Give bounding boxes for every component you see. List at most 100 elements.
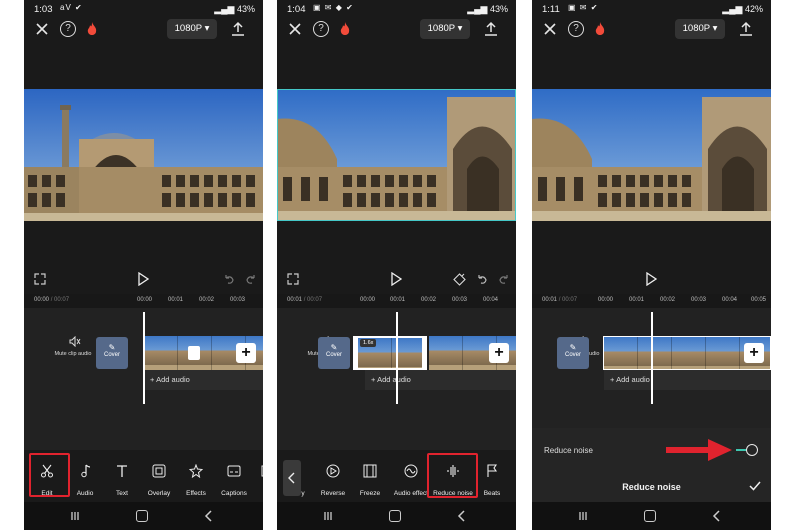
flame-icon[interactable] <box>84 21 100 37</box>
ruler-tick: 00:02 <box>199 297 215 303</box>
keyframe-icon[interactable] <box>453 273 466 286</box>
cover-button[interactable]: ✎ Cover <box>96 337 128 369</box>
playhead[interactable] <box>396 312 398 404</box>
back-icon[interactable] <box>457 510 467 522</box>
battery-level: ▂▄▆ 43% <box>467 4 508 14</box>
ruler-tick: 00:02 <box>421 297 437 303</box>
add-clip-button[interactable]: + <box>236 343 256 363</box>
status-bar: 1:04 ▣ ✉ ◆ ✔ ▂▄▆ 43% <box>277 0 516 18</box>
battery-level: ▂▄▆ 42% <box>722 4 763 14</box>
back-icon[interactable] <box>204 510 214 522</box>
tool-audio[interactable]: Audio <box>65 458 105 498</box>
help-icon[interactable]: ? <box>568 21 584 37</box>
tool-beats[interactable]: Beats <box>475 458 509 498</box>
status-time: 1:04 <box>287 4 306 15</box>
selected-clip[interactable]: 1.6x <box>353 336 427 370</box>
panel-title: Reduce noise <box>622 482 681 492</box>
ruler-tick: 00:04 <box>722 297 738 303</box>
add-clip-button[interactable]: + <box>489 343 509 363</box>
export-icon[interactable] <box>231 21 245 37</box>
help-icon[interactable]: ? <box>60 21 76 37</box>
system-nav-bar <box>24 502 263 530</box>
video-preview[interactable] <box>24 89 263 221</box>
back-icon[interactable] <box>712 510 722 522</box>
tool-freeze[interactable]: Freeze <box>350 458 390 498</box>
add-audio-button[interactable]: + Add audio <box>604 370 771 390</box>
home-icon[interactable] <box>136 510 148 522</box>
music-note-icon <box>81 464 91 478</box>
recents-icon[interactable] <box>323 511 333 521</box>
close-icon[interactable] <box>542 21 558 37</box>
tool-effects[interactable]: Effects <box>176 458 216 498</box>
tool-overlay[interactable]: Overlay <box>139 458 179 498</box>
video-preview[interactable] <box>532 89 771 221</box>
beats-icon <box>487 464 498 477</box>
transition-marker[interactable] <box>188 346 200 360</box>
playback-controls <box>532 270 771 288</box>
undo-icon[interactable] <box>223 273 235 285</box>
top-bar: ? 1080P ▾ <box>532 18 771 44</box>
home-icon[interactable] <box>389 510 401 522</box>
ruler-tick: 00:04 <box>483 297 499 303</box>
play-icon[interactable] <box>390 272 402 286</box>
resolution-dropdown[interactable]: 1080P ▾ <box>167 19 217 39</box>
tool-reverse[interactable]: Reverse <box>313 458 353 498</box>
home-icon[interactable] <box>644 510 656 522</box>
export-icon[interactable] <box>484 21 498 37</box>
play-icon[interactable] <box>137 272 149 286</box>
freeze-icon <box>363 464 377 478</box>
redo-icon[interactable] <box>245 273 257 285</box>
timecode: 00:01 / 00:07 <box>287 297 323 303</box>
playhead[interactable] <box>143 312 145 404</box>
recents-icon[interactable] <box>70 511 80 521</box>
playhead[interactable] <box>651 312 653 404</box>
add-clip-button[interactable]: + <box>744 343 764 363</box>
close-icon[interactable] <box>34 21 50 37</box>
time-ruler: 00:00 / 00:07 00:00 00:01 00:02 00:03 <box>24 294 263 308</box>
flame-icon[interactable] <box>592 21 608 37</box>
effects-icon <box>189 464 203 478</box>
timecode: 00:01 / 00:07 <box>542 297 578 303</box>
tool-copy[interactable]: y <box>291 458 315 498</box>
overlay-icon <box>152 464 166 478</box>
fullscreen-icon[interactable] <box>287 273 299 285</box>
resolution-dropdown[interactable]: 1080P ▾ <box>420 19 470 39</box>
recents-icon[interactable] <box>578 511 588 521</box>
notification-icons: ▣ ✉ ◆ ✔ <box>313 3 354 12</box>
playback-controls <box>277 270 516 288</box>
reduce-noise-label: Reduce noise <box>544 446 593 455</box>
help-icon[interactable]: ? <box>313 21 329 37</box>
reverse-icon <box>326 464 340 478</box>
video-preview[interactable] <box>277 89 516 221</box>
add-audio-button[interactable]: + Add audio <box>365 370 516 390</box>
redo-icon[interactable] <box>498 273 510 285</box>
ruler-tick: 00:01 <box>168 297 184 303</box>
export-icon[interactable] <box>739 21 753 37</box>
add-audio-button[interactable]: + Add audio <box>144 370 263 390</box>
flame-icon[interactable] <box>337 21 353 37</box>
edit-pen-icon: ✎ <box>330 343 338 352</box>
red-arrow-icon <box>666 439 732 461</box>
status-bar: 1:03 aV ✔ ▂▄▆ 43% <box>24 0 263 18</box>
mute-clip-audio-button[interactable]: Mute clip audio <box>55 336 93 357</box>
ruler-tick: 00:02 <box>660 297 676 303</box>
resolution-dropdown[interactable]: 1080P ▾ <box>675 19 725 39</box>
cover-button[interactable]: ✎ Cover <box>557 337 589 369</box>
highlight-edit-tool <box>29 453 70 497</box>
confirm-check-icon[interactable] <box>749 481 761 491</box>
play-icon[interactable] <box>645 272 657 286</box>
bottom-toolbar: y Reverse Freeze Audio effect Reduce noi… <box>277 458 516 498</box>
cover-button[interactable]: ✎ Cover <box>318 337 350 369</box>
close-icon[interactable] <box>287 21 303 37</box>
fullscreen-icon[interactable] <box>34 273 46 285</box>
tool-aspect[interactable]: As <box>248 458 263 498</box>
time-ruler: 00:01 / 00:07 00:00 00:01 00:02 00:03 00… <box>532 294 771 308</box>
ruler-tick: 00:00 <box>598 297 614 303</box>
copy-icon <box>296 464 310 478</box>
ruler-tick: 00:00 <box>360 297 376 303</box>
undo-icon[interactable] <box>476 273 488 285</box>
time-ruler: 00:01 / 00:07 00:00 00:01 00:02 00:03 00… <box>277 294 516 308</box>
reduce-noise-toggle[interactable] <box>736 444 758 456</box>
tool-text[interactable]: Text <box>102 458 142 498</box>
ruler-tick: 00:01 <box>629 297 645 303</box>
